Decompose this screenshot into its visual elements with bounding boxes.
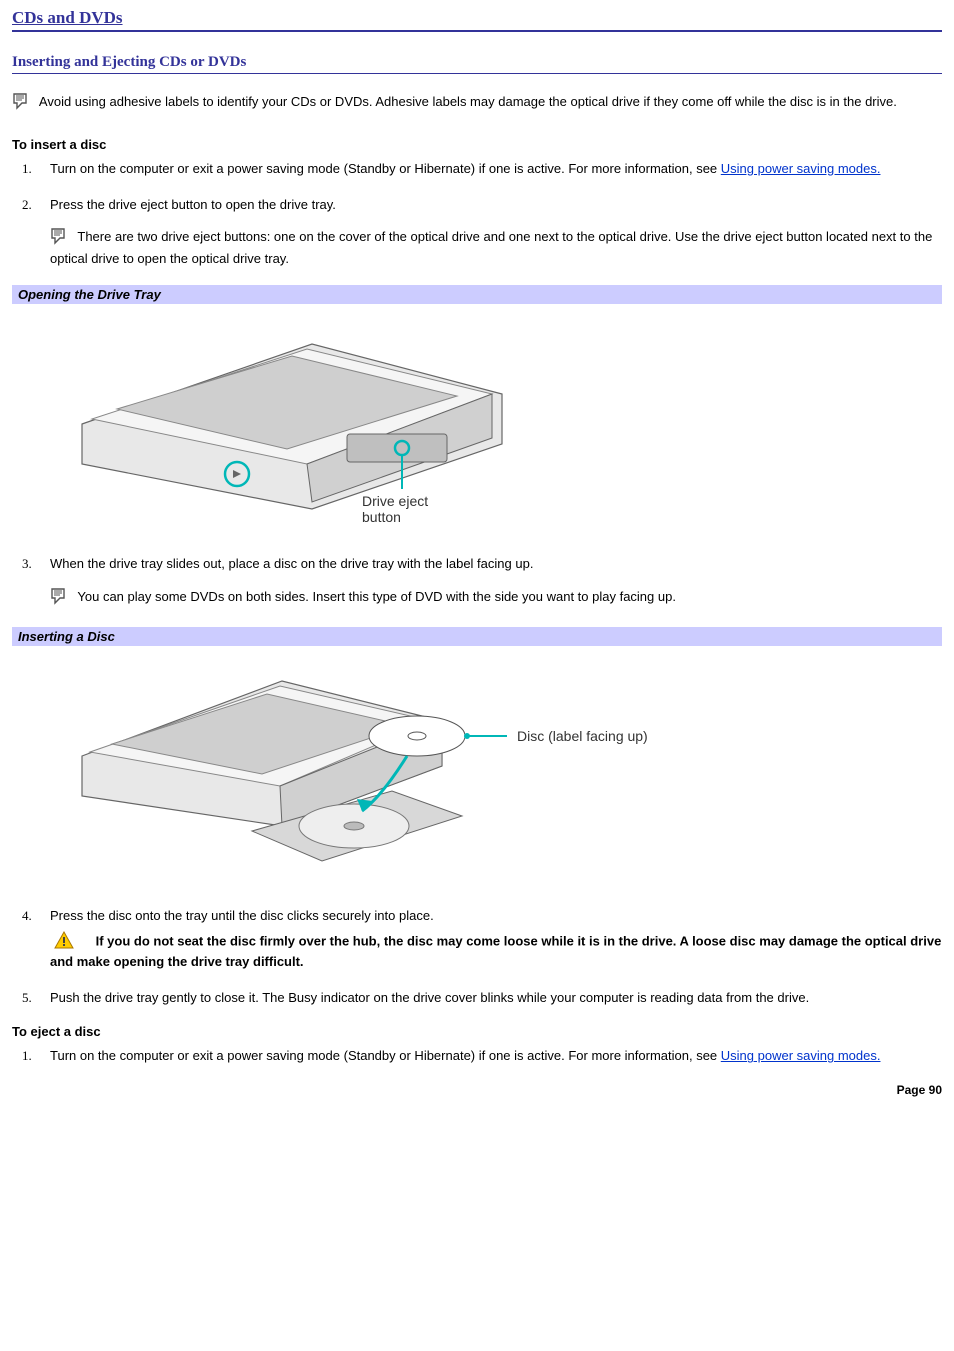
figure2-title: Inserting a Disc — [12, 627, 942, 646]
fig2-label-svg: Disc (label facing up) — [517, 728, 648, 744]
caution-icon — [54, 931, 74, 954]
svg-text:button: button — [362, 509, 401, 525]
note-icon — [50, 587, 70, 610]
step3-note: You can play some DVDs on both sides. In… — [77, 589, 676, 604]
eject-step-1: Turn on the computer or exit a power sav… — [50, 1047, 942, 1065]
step2-note: There are two drive eject buttons: one o… — [50, 229, 932, 266]
note-icon — [50, 227, 70, 250]
insert-heading: To insert a disc — [12, 137, 942, 152]
insert-step-1: Turn on the computer or exit a power sav… — [50, 160, 942, 178]
intro-note-text: Avoid using adhesive labels to identify … — [39, 94, 897, 109]
figure-inserting-disc: Disc (label facing up) — [62, 656, 942, 889]
intro-note: Avoid using adhesive labels to identify … — [12, 92, 942, 113]
link-power-saving-modes[interactable]: Using power saving modes. — [721, 161, 881, 176]
insert-step-4: Press the disc onto the tray until the d… — [50, 907, 942, 971]
link-power-saving-modes-2[interactable]: Using power saving modes. — [721, 1048, 881, 1063]
page-footer: Page 90 — [12, 1083, 942, 1097]
figure1-title: Opening the Drive Tray — [12, 285, 942, 304]
insert-step-5: Push the drive tray gently to close it. … — [50, 989, 942, 1007]
section-heading: Inserting and Ejecting CDs or DVDs — [12, 54, 942, 74]
insert-step-2: Press the drive eject button to open the… — [50, 196, 942, 268]
figure-opening-tray: Drive eject button — [62, 314, 942, 537]
page-title: CDs and DVDs — [12, 8, 942, 32]
fig1-label-svg: Drive eject — [362, 493, 428, 509]
insert-step-3: When the drive tray slides out, place a … — [50, 555, 942, 609]
eject-heading: To eject a disc — [12, 1024, 942, 1039]
note-icon — [12, 92, 32, 113]
step4-caution: If you do not seat the disc firmly over … — [50, 934, 941, 970]
